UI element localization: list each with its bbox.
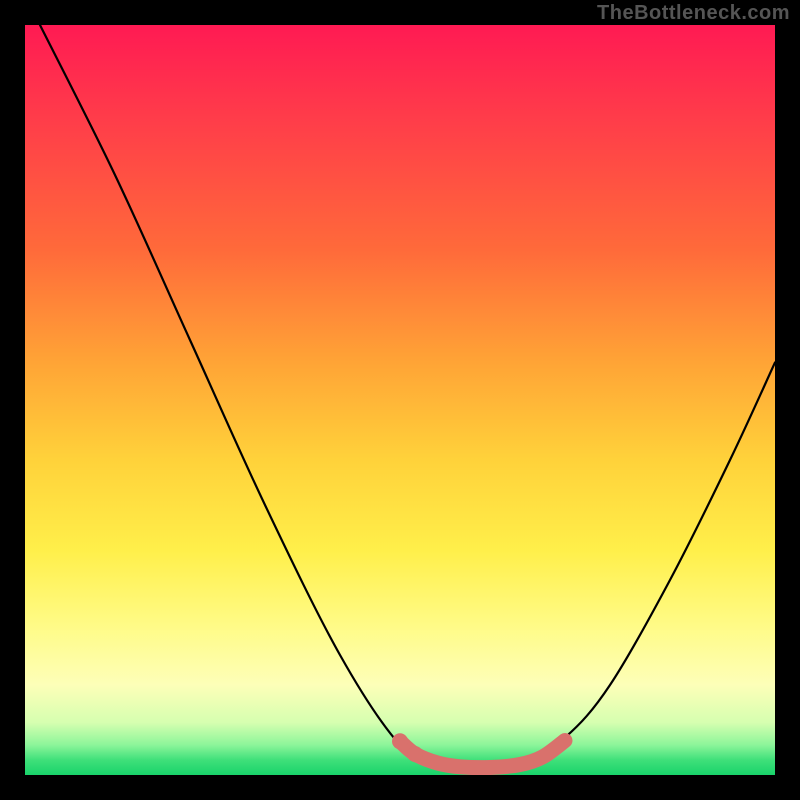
plot-frame [25,25,775,775]
highlight-dot [392,733,408,749]
watermark-text: TheBottleneck.com [597,2,790,25]
chart-container: TheBottleneck.com [0,0,800,800]
curve-layer [25,25,775,775]
bottleneck-curve [40,25,775,768]
optimal-zone-highlight [400,741,565,768]
highlight-dot [407,746,423,762]
